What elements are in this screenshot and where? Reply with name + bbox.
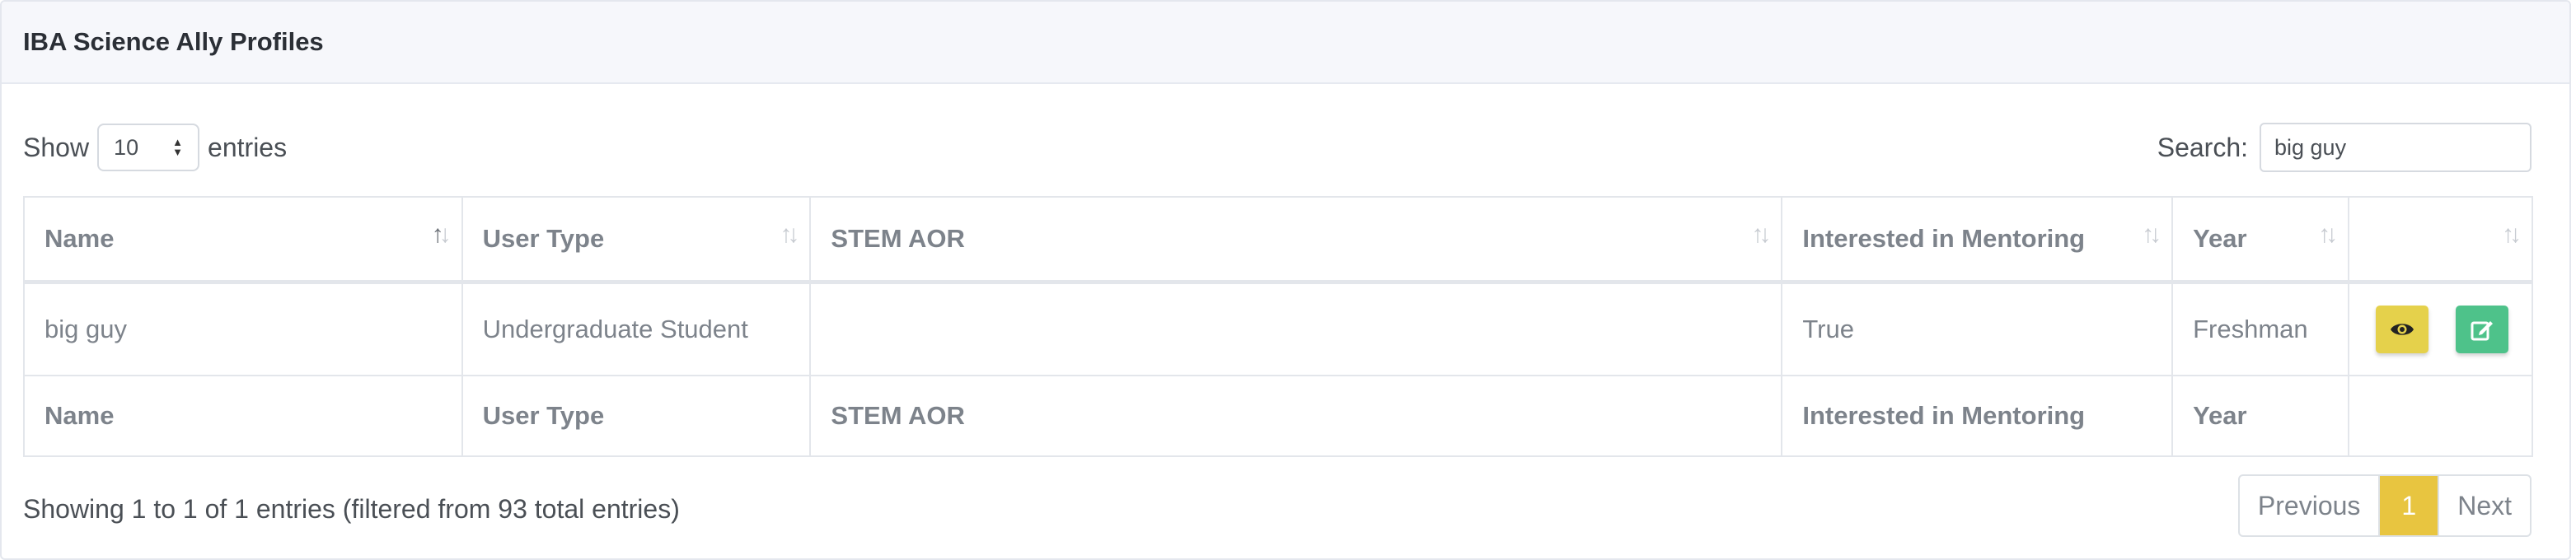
table-controls: Show 10 ▲ ▼ entries Search:: [23, 122, 2532, 173]
table-header-row: Name ↑↓ User Type ↑↓ STEM AOR ↑↓ Interes…: [23, 196, 2533, 284]
show-label: Show: [23, 132, 90, 162]
sort-icon: ↑↓: [2318, 221, 2338, 248]
sort-ascending-icon: ↑↓: [431, 221, 452, 248]
cell-name: big guy: [23, 281, 463, 376]
footer-actions: [2348, 375, 2533, 457]
column-header-year[interactable]: Year ↑↓: [2171, 196, 2350, 284]
table-footer-row: Name User Type STEM AOR Interested in Me…: [23, 375, 2533, 457]
column-header-name[interactable]: Name ↑↓: [23, 196, 463, 284]
cell-interested-in-mentoring: True: [1781, 281, 2174, 376]
card-header: IBA Science Ally Profiles: [2, 2, 2569, 84]
footer-user-type: User Type: [461, 375, 812, 457]
sort-icon: ↑↓: [780, 221, 799, 248]
cell-actions: [2348, 281, 2533, 376]
view-button[interactable]: [2376, 306, 2429, 353]
sort-icon: ↑↓: [1751, 221, 1771, 248]
profiles-card: IBA Science Ally Profiles Show 10 ▲ ▼ ent…: [0, 0, 2571, 560]
search-area: Search:: [2157, 122, 2532, 173]
entries-label: entries: [208, 132, 288, 162]
cell-year: Freshman: [2171, 281, 2350, 376]
entries-select[interactable]: 10 ▲ ▼: [97, 124, 200, 171]
pagination: Previous 1 Next: [2237, 474, 2532, 537]
table-row: big guy Undergraduate Student True Fresh…: [23, 281, 2533, 376]
footer-stem-aor: STEM AOR: [809, 375, 1783, 457]
edit-icon: [2471, 321, 2493, 341]
cell-stem-aor: [809, 281, 1783, 376]
previous-button[interactable]: Previous: [2240, 476, 2378, 535]
next-button[interactable]: Next: [2438, 476, 2530, 535]
eye-icon: [2391, 324, 2414, 335]
column-header-interested-in-mentoring[interactable]: Interested in Mentoring ↑↓: [1781, 196, 2174, 284]
sort-icon: ↑↓: [2502, 221, 2522, 248]
profiles-table: Name ↑↓ User Type ↑↓ STEM AOR ↑↓ Interes…: [23, 196, 2533, 457]
select-arrows-icon: ▲ ▼: [172, 136, 184, 158]
footer-year: Year: [2171, 375, 2350, 457]
column-header-actions[interactable]: ↑↓: [2348, 196, 2533, 284]
cell-user-type: Undergraduate Student: [461, 281, 812, 376]
sort-icon: ↑↓: [2142, 221, 2161, 248]
page-1-button[interactable]: 1: [2378, 476, 2438, 535]
entries-select-value: 10: [114, 134, 139, 160]
footer-name: Name: [23, 375, 463, 457]
search-label: Search:: [2157, 132, 2248, 162]
column-header-user-type[interactable]: User Type ↑↓: [461, 196, 812, 284]
card-title: IBA Science Ally Profiles: [23, 27, 324, 56]
column-header-stem-aor[interactable]: STEM AOR ↑↓: [809, 196, 1783, 284]
search-input[interactable]: [2260, 123, 2532, 172]
entries-length: Show 10 ▲ ▼ entries: [23, 122, 287, 173]
table-info: Showing 1 to 1 of 1 entries (filtered fr…: [23, 494, 680, 524]
footer-interested-in-mentoring: Interested in Mentoring: [1781, 375, 2174, 457]
edit-button[interactable]: [2455, 306, 2508, 353]
